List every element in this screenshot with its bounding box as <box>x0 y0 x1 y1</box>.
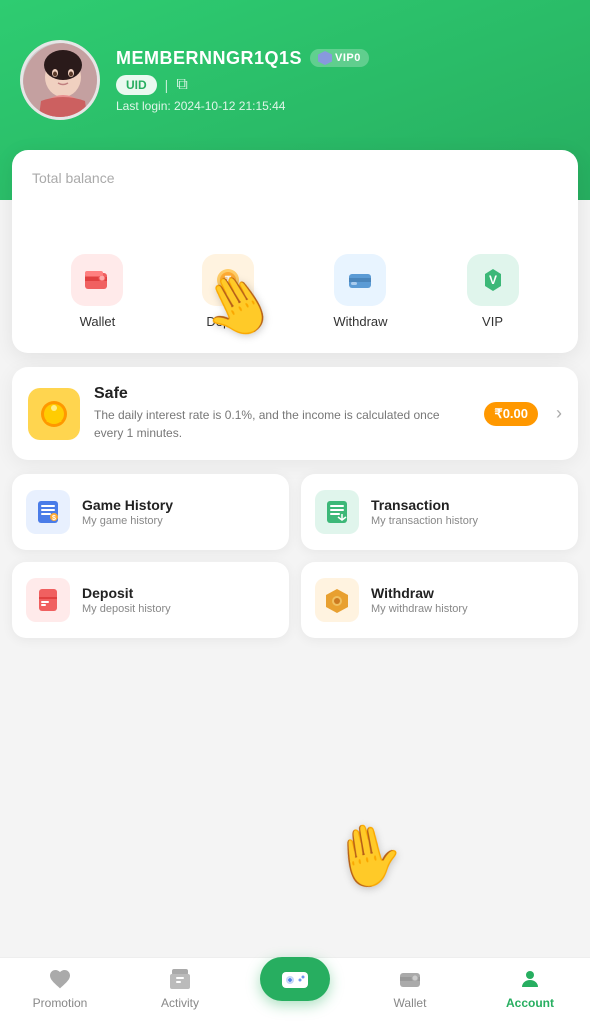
vip-label: VIP <box>482 314 503 329</box>
deposit-hist-title: Deposit <box>82 585 171 601</box>
deposit-hist-sub: My deposit history <box>82 603 171 615</box>
username-text: MEMBERNNGR1Q1S <box>116 48 302 69</box>
vip-level: VIP0 <box>335 52 361 64</box>
safe-title: Safe <box>94 385 470 403</box>
user-info: MEMBERNNGR1Q1S VIP0 UID | ⧉ Last login: … <box>116 48 369 113</box>
avatar <box>20 40 100 120</box>
safe-chevron-icon: › <box>556 403 562 424</box>
nav-promotion[interactable]: Promotion <box>20 966 100 1010</box>
withdraw-hist-title: Withdraw <box>371 585 468 601</box>
account-icon <box>517 966 543 992</box>
svg-text:V: V <box>489 273 497 287</box>
hand-cursor-2: 🤚 <box>324 814 410 897</box>
uid-label: UID <box>116 75 157 95</box>
nav-play-center[interactable] <box>260 957 330 1001</box>
activity-label: Activity <box>161 996 199 1010</box>
main-content: Total balance Wallet <box>0 150 590 638</box>
action-buttons: Wallet ₹ Deposit <box>32 254 558 329</box>
safe-card[interactable]: Safe The daily interest rate is 0.1%, an… <box>12 367 578 460</box>
wallet-label: Wallet <box>80 314 116 329</box>
transaction-sub: My transaction history <box>371 515 478 527</box>
transaction-icon <box>315 490 359 534</box>
safe-amount[interactable]: ₹0.00 <box>484 402 538 426</box>
deposit-button[interactable]: ₹ Deposit <box>202 254 254 329</box>
vip-button[interactable]: V VIP <box>467 254 519 329</box>
bottom-nav: Promotion Activity <box>0 957 590 1024</box>
withdraw-hist-sub: My withdraw history <box>371 603 468 615</box>
withdraw-hist-icon <box>315 578 359 622</box>
balance-card: Total balance Wallet <box>12 150 578 353</box>
svg-text:₹: ₹ <box>225 275 232 287</box>
activity-icon <box>167 966 193 992</box>
wallet-nav-label: Wallet <box>394 996 427 1010</box>
copy-icon[interactable]: ⧉ <box>176 76 187 94</box>
last-login: Last login: 2024-10-12 21:15:44 <box>116 99 369 113</box>
safe-icon <box>28 388 80 440</box>
nav-activity[interactable]: Activity <box>140 966 220 1010</box>
game-history-sub: My game history <box>82 515 173 527</box>
nav-wallet[interactable]: Wallet <box>370 966 450 1010</box>
svg-text:$: $ <box>52 515 56 522</box>
promotion-icon <box>47 966 73 992</box>
balance-amount <box>32 194 558 234</box>
withdraw-button[interactable]: Withdraw <box>333 254 387 329</box>
vip-badge: VIP0 <box>310 49 369 67</box>
safe-description: The daily interest rate is 0.1%, and the… <box>94 406 470 442</box>
wallet-button[interactable]: Wallet <box>71 254 123 329</box>
withdraw-label: Withdraw <box>333 314 387 329</box>
promotion-label: Promotion <box>33 996 88 1010</box>
deposit-hist-card[interactable]: Deposit My deposit history <box>12 562 289 638</box>
transaction-card[interactable]: Transaction My transaction history <box>301 474 578 550</box>
game-history-title: Game History <box>82 497 173 513</box>
balance-label: Total balance <box>32 170 558 186</box>
deposit-label: Deposit <box>206 314 250 329</box>
deposit-hist-icon <box>26 578 70 622</box>
safe-text: Safe The daily interest rate is 0.1%, an… <box>94 385 470 442</box>
game-history-icon: $ <box>26 490 70 534</box>
withdraw-hist-card[interactable]: Withdraw My withdraw history <box>301 562 578 638</box>
game-history-card[interactable]: $ Game History My game history <box>12 474 289 550</box>
wallet-nav-icon <box>397 966 423 992</box>
account-label: Account <box>506 996 554 1010</box>
transaction-title: Transaction <box>371 497 478 513</box>
grid-section: $ Game History My game history <box>12 474 578 638</box>
nav-account[interactable]: Account <box>490 966 570 1010</box>
